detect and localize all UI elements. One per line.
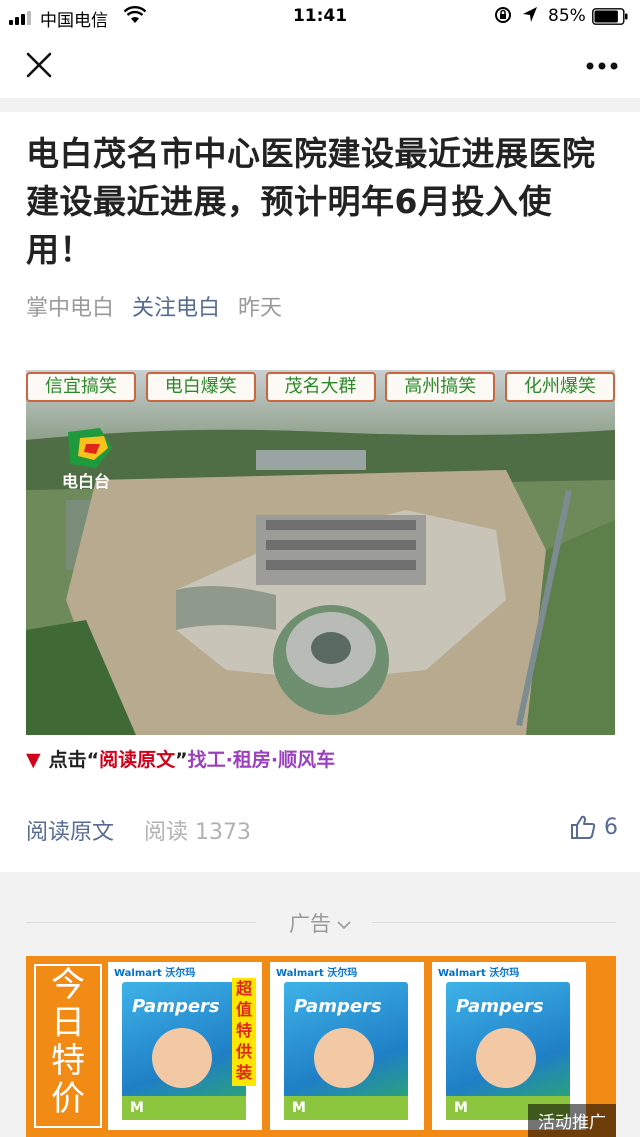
baby-image xyxy=(476,1028,536,1088)
read-count: 阅读 1373 xyxy=(144,820,251,845)
more-icon[interactable] xyxy=(584,60,620,72)
tag-row: 信宜搞笑 电白爆笑 茂名大群 高州搞笑 化州爆笑 xyxy=(26,372,615,402)
ad-side-text: 今 日 特 价 xyxy=(34,964,102,1128)
nav-bar xyxy=(0,34,640,98)
ad-side-char: 特 xyxy=(51,1041,85,1081)
ad-label[interactable]: 广告 xyxy=(289,912,331,936)
product-brand: Pampers xyxy=(132,996,220,1017)
ad-product: Walmart 沃尔玛 Pampers M xyxy=(270,962,424,1130)
account-link[interactable]: 关注电白 xyxy=(132,296,220,321)
sale-tag-char: 值 xyxy=(235,1000,252,1019)
article-meta: 掌中电白 关注电白 昨天 xyxy=(26,290,282,322)
tv-logo-text: 电白台 xyxy=(62,472,111,491)
article-footer: 阅读原文 阅读 1373 6 xyxy=(26,814,618,846)
product-size: M xyxy=(130,1100,144,1116)
tag-button[interactable]: 化州爆笑 xyxy=(505,372,615,402)
location-icon xyxy=(523,7,537,22)
diaper-box: Pampers M xyxy=(284,982,408,1120)
tag-button[interactable]: 茂名大群 xyxy=(265,372,376,402)
walmart-logo: Walmart 沃尔玛 xyxy=(114,968,196,979)
promo-read-original-link[interactable]: 阅读原文 xyxy=(99,749,175,771)
ad-side-char: 今 xyxy=(51,965,85,1005)
diaper-box: Pampers M xyxy=(446,982,570,1120)
promo-close-quote: ” xyxy=(175,749,188,771)
article-time: 昨天 xyxy=(238,296,283,321)
product-size: M xyxy=(454,1100,468,1116)
like-button[interactable]: 6 xyxy=(570,814,618,840)
ad-product: Walmart 沃尔玛 Pampers M 超值特供装 xyxy=(108,962,262,1130)
baby-image xyxy=(314,1028,374,1088)
ad-promo-label[interactable]: 活动推广 xyxy=(528,1104,616,1137)
article-image[interactable]: 信宜搞笑 电白爆笑 茂名大群 高州搞笑 化州爆笑 电白台 xyxy=(26,370,615,735)
product-size: M xyxy=(292,1100,306,1116)
chevron-down-icon[interactable] xyxy=(337,920,351,930)
tag-button[interactable]: 高州搞笑 xyxy=(385,372,496,402)
sale-tag-char: 超 xyxy=(235,979,252,998)
header-divider xyxy=(0,98,640,112)
promo-open-quote: “ xyxy=(86,749,100,771)
ad-banner[interactable]: 今 日 特 价 Walmart 沃尔玛 Pampers M 超值特供装 Walm… xyxy=(26,956,616,1137)
close-icon[interactable] xyxy=(24,50,54,80)
promo-suffix: 找工·租房·顺风车 xyxy=(187,749,336,771)
sale-tag-char: 装 xyxy=(235,1063,252,1082)
diaper-box: Pampers M xyxy=(122,982,246,1120)
tag-button[interactable]: 信宜搞笑 xyxy=(26,372,136,402)
ad-side-char: 价 xyxy=(51,1079,85,1119)
read-count-value: 1373 xyxy=(195,820,252,845)
promo-line: ▼ 点击“阅读原文”找工·租房·顺风车 xyxy=(26,745,335,772)
like-count: 6 xyxy=(604,814,618,840)
walmart-logo: Walmart 沃尔玛 xyxy=(276,968,358,979)
triangle-down-icon: ▼ xyxy=(26,749,41,771)
ad-section: 广告 今 日 特 价 Walmart 沃尔玛 Pampers M 超值特供装 W… xyxy=(0,872,640,1137)
status-bar: 中国电信 11:41 85% xyxy=(0,0,640,34)
walmart-logo: Walmart 沃尔玛 xyxy=(438,968,520,979)
tag-button[interactable]: 电白爆笑 xyxy=(145,372,256,402)
divider xyxy=(26,922,256,923)
sale-tag: 超值特供装 xyxy=(232,978,256,1086)
battery-percent: 85% xyxy=(548,6,586,26)
sale-tag-char: 供 xyxy=(235,1042,252,1061)
divider xyxy=(372,922,616,923)
product-brand: Pampers xyxy=(456,996,544,1017)
read-original-link[interactable]: 阅读原文 xyxy=(26,820,114,845)
product-brand: Pampers xyxy=(294,996,382,1017)
ad-label-row: 广告 xyxy=(0,908,640,938)
battery-icon xyxy=(592,8,628,25)
article-title: 电白茂名市中心医院建设最近进展医院建设最近进展，预计明年6月投入使用！ xyxy=(26,134,596,269)
clock: 11:41 xyxy=(292,6,348,26)
promo-prefix: 点击 xyxy=(48,749,87,771)
read-label: 阅读 xyxy=(144,820,189,845)
ad-side-char: 日 xyxy=(51,1003,85,1043)
article-source: 掌中电白 xyxy=(26,296,115,321)
baby-image xyxy=(152,1028,212,1088)
rotation-lock-icon xyxy=(495,7,511,23)
sale-tag-char: 特 xyxy=(235,1021,252,1040)
thumbs-up-icon xyxy=(571,815,596,839)
